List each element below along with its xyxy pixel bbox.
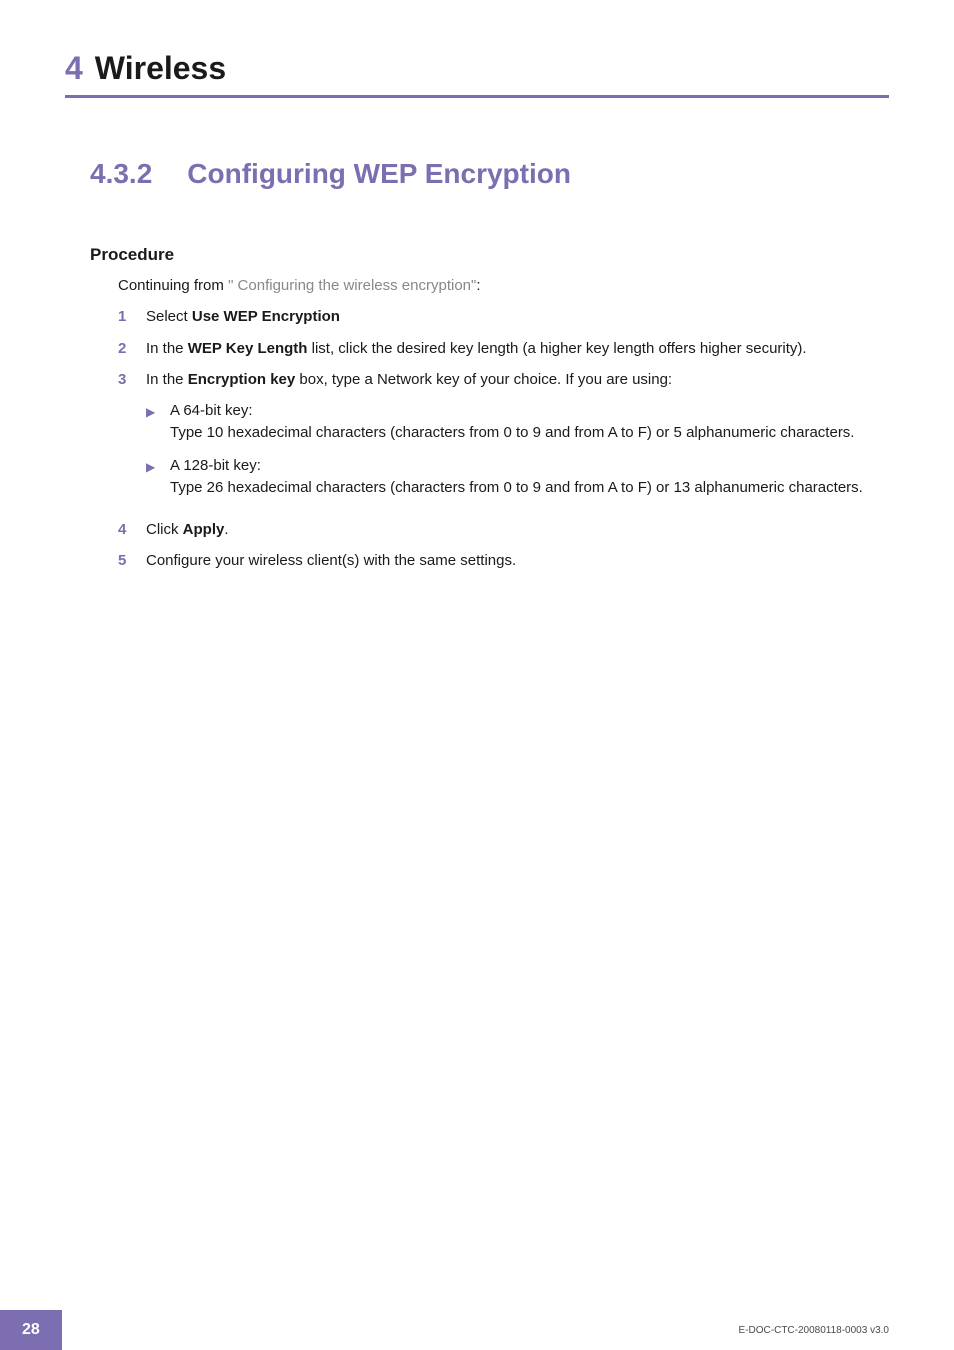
intro-suffix: : bbox=[476, 277, 480, 294]
step-text: Select Use WEP Encryption bbox=[146, 306, 889, 329]
procedure-list: 1 Select Use WEP Encryption 2 In the WEP… bbox=[118, 306, 889, 573]
procedure-heading: Procedure bbox=[90, 245, 889, 265]
section-heading: 4.3.2 Configuring WEP Encryption bbox=[90, 158, 889, 190]
step-text: In the WEP Key Length list, click the de… bbox=[146, 338, 889, 361]
step-number: 4 bbox=[118, 519, 146, 542]
document-id: E-DOC-CTC-20080118-0003 v3.0 bbox=[739, 1325, 954, 1336]
sublist: ▶ A 64-bit key: Type 10 hexadecimal char… bbox=[146, 400, 889, 500]
page-number: 28 bbox=[0, 1310, 62, 1350]
step-text: Configure your wireless client(s) with t… bbox=[146, 550, 889, 573]
step-3: 3 In the Encryption key box, type a Netw… bbox=[118, 369, 889, 510]
header-line: 4 Wireless bbox=[65, 50, 889, 98]
triangle-bullet-icon: ▶ bbox=[146, 400, 170, 445]
sublist-text: A 128-bit key: Type 26 hexadecimal chara… bbox=[170, 455, 889, 500]
intro-link[interactable]: " Configuring the wireless encryption" bbox=[228, 277, 476, 294]
page-header: 4 Wireless bbox=[0, 0, 954, 98]
chapter-number: 4 bbox=[65, 50, 83, 87]
step-number: 5 bbox=[118, 550, 146, 573]
step-2: 2 In the WEP Key Length list, click the … bbox=[118, 338, 889, 361]
chapter-title: Wireless bbox=[95, 50, 226, 87]
triangle-bullet-icon: ▶ bbox=[146, 455, 170, 500]
sublist-item: ▶ A 64-bit key: Type 10 hexadecimal char… bbox=[146, 400, 889, 445]
sublist-item: ▶ A 128-bit key: Type 26 hexadecimal cha… bbox=[146, 455, 889, 500]
step-4: 4 Click Apply. bbox=[118, 519, 889, 542]
step-1: 1 Select Use WEP Encryption bbox=[118, 306, 889, 329]
step-number: 2 bbox=[118, 338, 146, 361]
sublist-text: A 64-bit key: Type 10 hexadecimal charac… bbox=[170, 400, 889, 445]
step-text: Click Apply. bbox=[146, 519, 889, 542]
procedure-intro: Continuing from " Configuring the wirele… bbox=[118, 277, 889, 294]
step-5: 5 Configure your wireless client(s) with… bbox=[118, 550, 889, 573]
section-number: 4.3.2 bbox=[90, 158, 152, 190]
intro-prefix: Continuing from bbox=[118, 277, 228, 294]
step-number: 1 bbox=[118, 306, 146, 329]
step-number: 3 bbox=[118, 369, 146, 510]
page-footer: 28 E-DOC-CTC-20080118-0003 v3.0 bbox=[0, 1310, 954, 1350]
section-name: Configuring WEP Encryption bbox=[187, 158, 571, 190]
step-text: In the Encryption key box, type a Networ… bbox=[146, 369, 889, 510]
content-area: 4.3.2 Configuring WEP Encryption Procedu… bbox=[0, 98, 954, 573]
